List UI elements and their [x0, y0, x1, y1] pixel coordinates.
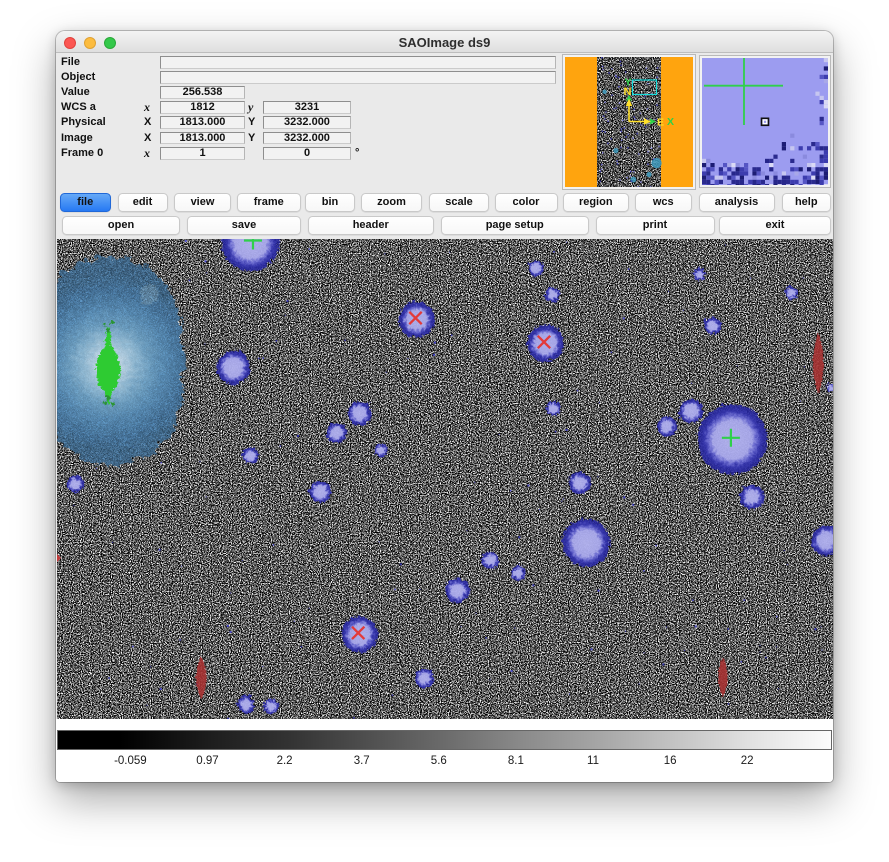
svg-text:E: E: [657, 117, 664, 129]
svg-text:N: N: [624, 86, 632, 98]
svg-text:X: X: [667, 116, 674, 128]
